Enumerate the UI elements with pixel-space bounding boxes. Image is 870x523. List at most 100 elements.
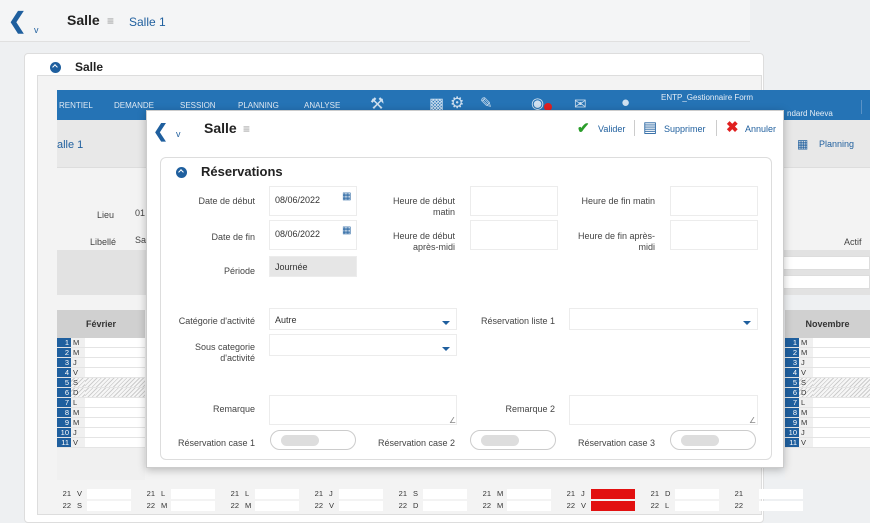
day-cell[interactable]: [813, 348, 870, 357]
day-cell[interactable]: [85, 358, 145, 367]
day-cell[interactable]: [85, 428, 145, 437]
day-cell[interactable]: [85, 348, 145, 357]
day-cell[interactable]: [591, 489, 635, 499]
day-cell[interactable]: [813, 368, 870, 377]
case1-label: Réservation case 1: [177, 438, 255, 448]
day-cell[interactable]: [423, 489, 467, 499]
trash-icon[interactable]: ▤: [643, 118, 657, 136]
day-cell[interactable]: [813, 438, 870, 447]
calendar-bottom: 21 V 21 L 21 L 21 J 21 S 21 M 21 J 21 D 21 22 S 22 M 22 M 22 V 22…: [57, 487, 803, 511]
heure-debut-am-input[interactable]: [470, 220, 558, 250]
day-cell[interactable]: [339, 489, 383, 499]
day-cell[interactable]: [813, 428, 870, 437]
day-cell[interactable]: [813, 398, 870, 407]
calendar-day-row: 9M: [785, 418, 870, 428]
heure-fin-am-input[interactable]: [670, 220, 758, 250]
date-debut-label: Date de début: [198, 196, 255, 206]
day-cell[interactable]: [675, 489, 719, 499]
check-icon[interactable]: ✔: [577, 119, 590, 137]
categorie-select[interactable]: Autre: [269, 308, 457, 330]
user-icon[interactable]: ●: [621, 94, 630, 111]
hamburger-icon[interactable]: ≡: [243, 122, 250, 136]
day-cell[interactable]: [171, 501, 215, 511]
calendar-icon[interactable]: ▦: [342, 225, 351, 236]
day-cell[interactable]: [85, 338, 145, 347]
day-cell[interactable]: [85, 378, 145, 387]
lieu-value[interactable]: 01: [135, 208, 145, 218]
day-number: 22: [482, 501, 491, 510]
nav-item-planning[interactable]: PLANNING: [238, 101, 279, 110]
day-cell[interactable]: [85, 368, 145, 377]
resize-handle-icon[interactable]: ∠: [749, 416, 756, 425]
case3-toggle[interactable]: [670, 430, 756, 450]
calendar-day-row: 10 J: [57, 428, 145, 438]
nav-item-analyse[interactable]: ANALYSE: [304, 101, 340, 110]
back-icon[interactable]: ❮: [153, 121, 168, 142]
day-cell[interactable]: [759, 489, 803, 499]
day-cell[interactable]: [813, 338, 870, 347]
day-cell[interactable]: [813, 418, 870, 427]
calendar-february: Février 1 M 2 M 3 J 4 V 5 S 6 D 7 L 8 M 9 M 10 J 11 V: [57, 310, 145, 480]
day-cell[interactable]: [339, 501, 383, 511]
day-letter: J: [801, 358, 805, 367]
day-number: 9: [785, 418, 799, 427]
calendar-day-row: 6D: [57, 388, 145, 398]
sous-categorie-select[interactable]: [269, 334, 457, 356]
heure-debut-matin-input[interactable]: [470, 186, 558, 216]
planning-button[interactable]: Planning: [819, 139, 854, 149]
day-cell[interactable]: [813, 358, 870, 367]
day-cell[interactable]: [675, 501, 719, 511]
calendar-icon[interactable]: ▦: [797, 137, 808, 151]
cancel-button[interactable]: Annuler: [745, 124, 776, 134]
calendar-day-row: 10 J: [785, 428, 870, 438]
day-cell[interactable]: [85, 418, 145, 427]
resize-handle-icon[interactable]: ∠: [449, 416, 456, 425]
day-cell[interactable]: [813, 388, 870, 397]
day-number: 21: [62, 489, 71, 498]
day-number: 1: [785, 338, 799, 347]
divider: [716, 120, 717, 136]
back-icon[interactable]: ❮: [8, 8, 26, 34]
day-cell[interactable]: [507, 489, 551, 499]
validate-button[interactable]: Valider: [598, 124, 625, 134]
day-cell[interactable]: [85, 438, 145, 447]
day-cell[interactable]: [85, 398, 145, 407]
day-cell[interactable]: [87, 501, 131, 511]
nav-item-demande[interactable]: DEMANDE: [114, 101, 154, 110]
day-number: 7: [57, 398, 71, 407]
calendar-icon[interactable]: ▦: [342, 191, 351, 202]
day-cell[interactable]: [423, 501, 467, 511]
day-cell[interactable]: [591, 501, 635, 511]
breadcrumb[interactable]: Salle 1: [129, 15, 166, 29]
day-number: 2: [785, 348, 799, 357]
collapse-icon[interactable]: [50, 62, 61, 73]
close-icon[interactable]: ✖: [726, 118, 739, 136]
case2-toggle[interactable]: [470, 430, 556, 450]
hamburger-icon[interactable]: ≡: [107, 14, 114, 28]
day-cell[interactable]: [813, 378, 870, 387]
day-cell[interactable]: [87, 489, 131, 499]
nav-item-session[interactable]: SESSION: [180, 101, 216, 110]
day-letter: M: [801, 408, 808, 417]
day-cell[interactable]: [85, 388, 145, 397]
day-cell[interactable]: [507, 501, 551, 511]
collapse-icon[interactable]: [176, 167, 187, 178]
chevron-down-icon[interactable]: v: [34, 25, 39, 35]
delete-button[interactable]: Supprimer: [664, 124, 706, 134]
chevron-down-icon[interactable]: v: [176, 129, 181, 139]
libelle-value[interactable]: Sa: [135, 235, 146, 245]
day-cell[interactable]: [813, 408, 870, 417]
day-cell[interactable]: [759, 501, 803, 511]
case1-toggle[interactable]: [270, 430, 356, 450]
remarque2-textarea[interactable]: [569, 395, 758, 425]
heure-fin-matin-input[interactable]: [670, 186, 758, 216]
remarque-textarea[interactable]: [269, 395, 457, 425]
calendar-day-row: 11 V: [57, 438, 145, 448]
nav-item-referentiel[interactable]: RENTIEL: [59, 101, 93, 110]
day-cell[interactable]: [171, 489, 215, 499]
day-cell[interactable]: [255, 489, 299, 499]
day-cell[interactable]: [255, 501, 299, 511]
day-letter: M: [73, 418, 80, 427]
day-cell[interactable]: [85, 408, 145, 417]
reservation-liste1-select[interactable]: [569, 308, 758, 330]
